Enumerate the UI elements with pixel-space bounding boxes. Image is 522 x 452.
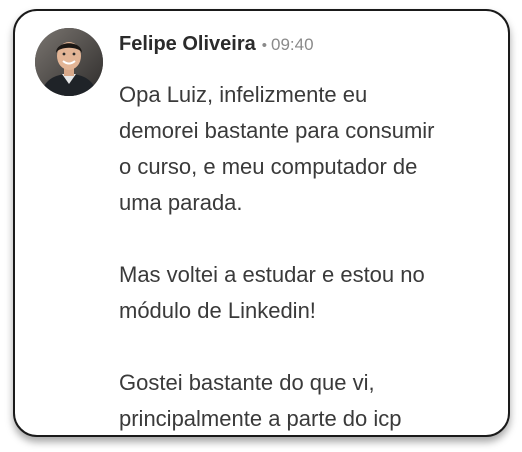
text-line: principalmente a parte do icp xyxy=(119,406,402,431)
paragraph: Gostei bastante do que vi, principalment… xyxy=(119,365,499,437)
comment-body: Opa Luiz, infelizmente eu demorei bastan… xyxy=(119,77,499,437)
separator-dot: • xyxy=(261,37,267,54)
timestamp: 09:40 xyxy=(271,35,314,54)
text-line: o curso, e meu computador de xyxy=(119,154,418,179)
text-line: Gostei bastante do que vi, xyxy=(119,370,375,395)
text-line: Mas voltei a estudar e estou no xyxy=(119,262,425,287)
avatar[interactable] xyxy=(35,28,103,96)
text-line: Opa Luiz, infelizmente eu xyxy=(119,82,368,107)
paragraph: Opa Luiz, infelizmente eu demorei bastan… xyxy=(119,77,499,221)
paragraph: Mas voltei a estudar e estou no módulo d… xyxy=(119,257,499,329)
comment-card: Felipe Oliveira • 09:40 Opa Luiz, infelizm… xyxy=(13,9,510,437)
user-avatar-icon xyxy=(35,28,103,96)
text-line: demorei bastante para consumir xyxy=(119,118,435,143)
text-line: uma parada. xyxy=(119,190,243,215)
comment-header: Felipe Oliveira • 09:40 xyxy=(119,33,314,56)
author-name[interactable]: Felipe Oliveira xyxy=(119,33,256,55)
text-line: módulo de Linkedin! xyxy=(119,298,316,323)
